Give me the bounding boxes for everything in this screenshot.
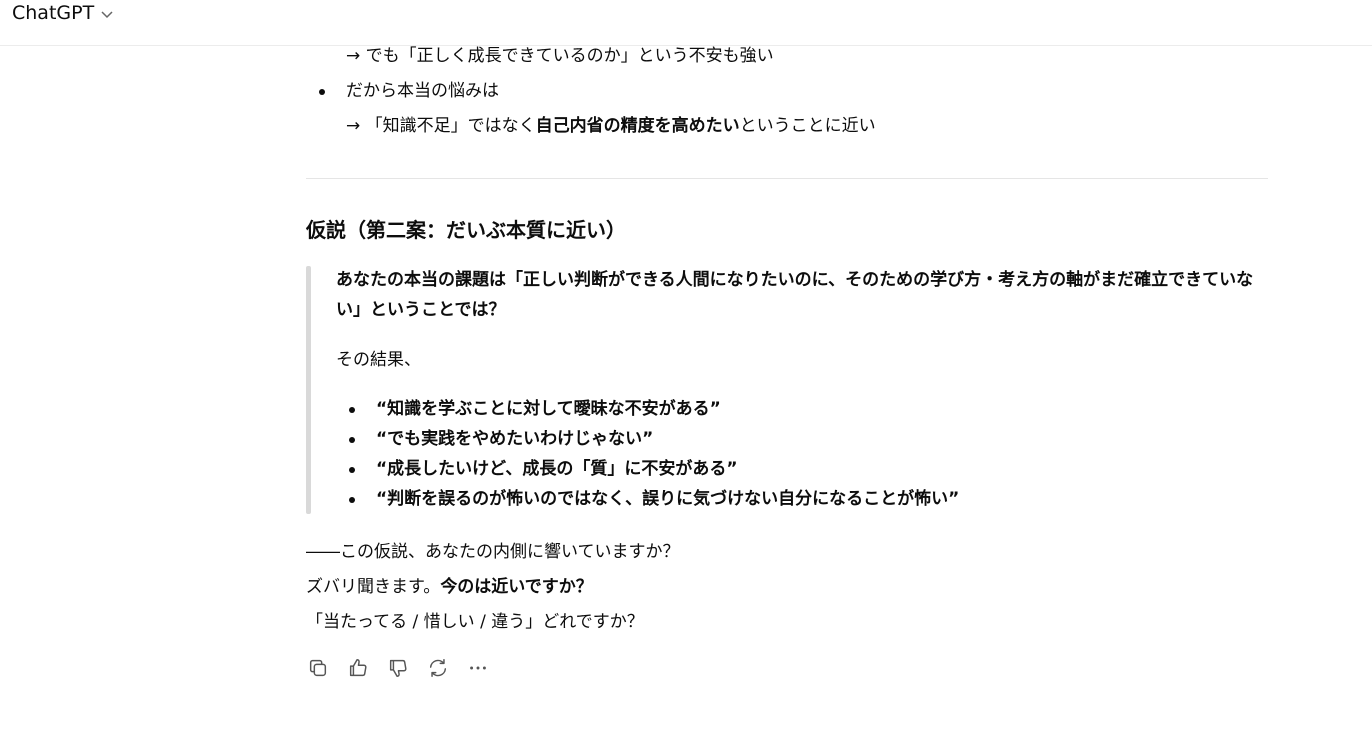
more-icon (470, 666, 486, 670)
thumbs-up-icon (349, 659, 367, 677)
bullet-dot (319, 89, 325, 95)
list-item-continuation: → 「知識不足」ではなく自己内省の精度を高めたいということに近い (346, 116, 876, 136)
closing-line: ――この仮説、あなたの内側に響いていますか？ (306, 542, 680, 562)
model-switcher[interactable]: ChatGPT (12, 2, 114, 24)
model-name: ChatGPT (12, 2, 95, 24)
list-item: “判断を誤るのが怖いのではなく、誤りに気づけない自分になることが怖い” (376, 489, 960, 509)
message-actions (306, 656, 490, 680)
blockquote-line: あなたの本当の課題は「正しい判断ができる人間になりたいのに、そのための学び方・考… (336, 270, 1254, 290)
continuation-line: → でも「正しく成長できているのか」という不安も強い (346, 46, 774, 66)
list-item: “知識を学ぶことに対して曖昧な不安がある” (376, 399, 721, 419)
blockquote-result: その結果、 (336, 350, 421, 370)
list-item: だから本当の悩みは (346, 81, 499, 101)
regenerate-button[interactable] (426, 656, 450, 680)
blockquote-bar (306, 266, 311, 514)
divider (306, 178, 1268, 179)
list-item: “でも実践をやめたいわけじゃない” (376, 429, 654, 449)
closing-line: ズバリ聞きます。今のは近いですか？ (306, 577, 593, 597)
top-bar: ChatGPT (0, 0, 1372, 46)
bullet-dot (349, 437, 355, 443)
bullet-dot (349, 407, 355, 413)
chevron-down-icon (100, 6, 114, 20)
more-button[interactable] (466, 656, 490, 680)
thumbs-down-icon (389, 659, 407, 677)
blockquote-lead: あなたの本当の課題は「正しい判断ができる人間になりたいのに、そのための学び方・考… (336, 265, 1266, 325)
bullet-dot (349, 467, 355, 473)
thumbs-down-button[interactable] (386, 656, 410, 680)
thumbs-up-button[interactable] (346, 656, 370, 680)
list-item: “成長したいけど、成長の「質」に不安がある” (376, 459, 738, 479)
section-heading: 仮説（第二案：だいぶ本質に近い） (306, 218, 626, 242)
copy-icon (309, 659, 327, 677)
bullet-dot (349, 497, 355, 503)
closing-line: 「当たってる / 惜しい / 違う」どれですか？ (306, 612, 644, 632)
blockquote-line: い」ということでは？ (336, 300, 506, 320)
copy-button[interactable] (306, 656, 330, 680)
regenerate-icon (429, 659, 447, 677)
